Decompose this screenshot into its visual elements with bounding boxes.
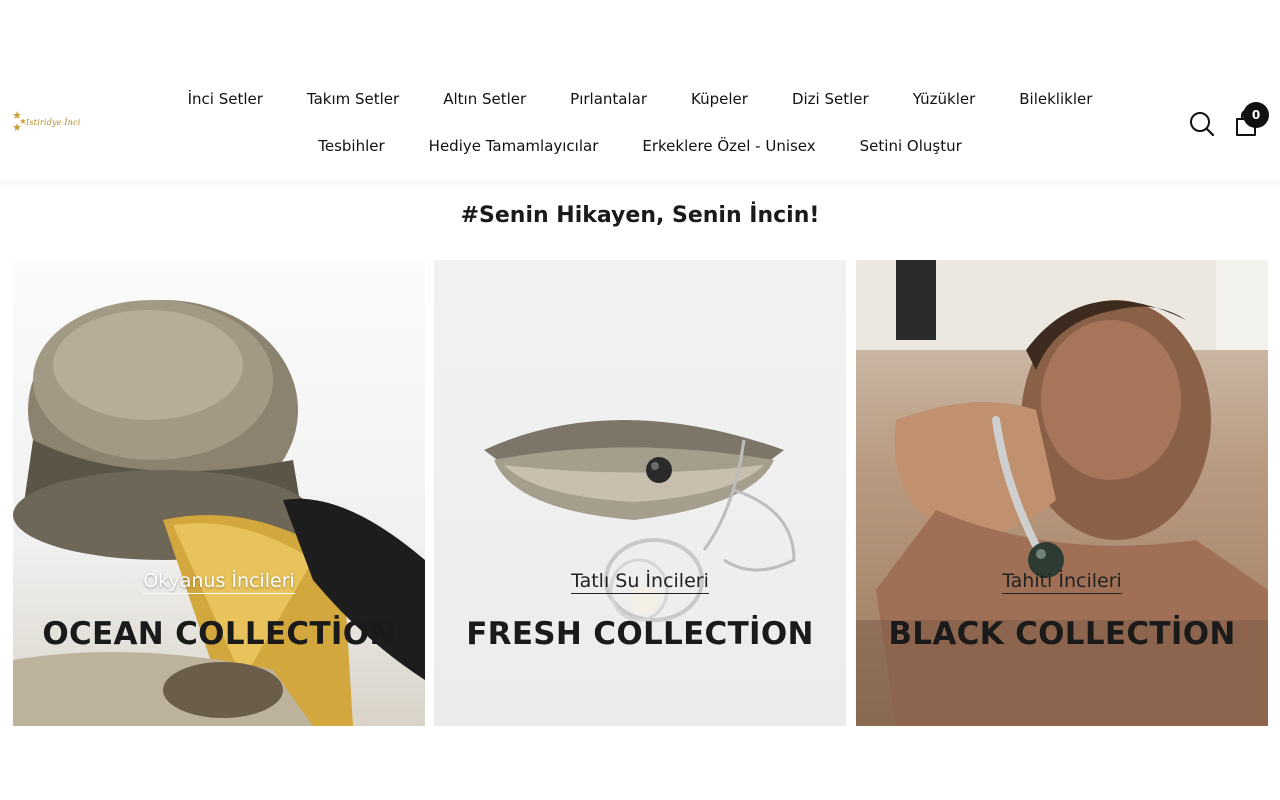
nav-item-pirlantalar[interactable]: Pırlantalar (570, 88, 647, 110)
nav-item-yuzukler[interactable]: Yüzükler (913, 88, 976, 110)
pearl-shell-image (484, 420, 796, 622)
card-title: FRESH COLLECTİON (434, 616, 846, 652)
card-title: BLACK COLLECTİON (856, 616, 1268, 652)
logo[interactable]: Istiridye İnci (12, 108, 84, 136)
nav-item-altin-setler[interactable]: Altın Setler (443, 88, 526, 110)
collection-card-fresh[interactable]: Tatlı Su İncileri FRESH COLLECTİON (434, 260, 846, 726)
nav-item-takim-setler[interactable]: Takım Setler (307, 88, 399, 110)
site-header: Istiridye İnci İnci Setler Takım Setler … (0, 0, 1280, 181)
nav-item-erkeklere-ozel[interactable]: Erkeklere Özel - Unisex (642, 135, 815, 157)
nav-item-inci-setler[interactable]: İnci Setler (188, 88, 263, 110)
nav-item-dizi-setler[interactable]: Dizi Setler (792, 88, 869, 110)
main-nav-row-1: İnci Setler Takım Setler Altın Setler Pı… (0, 88, 1280, 110)
search-icon (1190, 112, 1215, 137)
cart-count-badge: 0 (1243, 102, 1269, 128)
tahiti-pearl-image (856, 260, 1268, 726)
section-title: #Senin Hikayen, Senin İncin! (460, 203, 820, 228)
card-subtitle[interactable]: Tahiti İncileri (856, 570, 1268, 594)
search-button[interactable] (1188, 110, 1216, 138)
main-nav-row-2: Tesbihler Hediye Tamamlayıcılar Erkekler… (0, 135, 1280, 157)
card-subtitle[interactable]: Tatlı Su İncileri (434, 570, 846, 594)
oyster-image (13, 300, 425, 726)
nav-item-hediye-tamamlayicilar[interactable]: Hediye Tamamlayıcılar (429, 135, 599, 157)
collection-card-ocean[interactable]: Okyanus İncileri OCEAN COLLECTİON (13, 260, 425, 726)
nav-item-setini-olustur[interactable]: Setini Oluştur (860, 135, 962, 157)
collection-card-black[interactable]: Tahiti İncileri BLACK COLLECTİON (856, 260, 1268, 726)
star-icon (13, 111, 26, 131)
nav-item-bileklikler[interactable]: Bileklikler (1019, 88, 1092, 110)
card-title: OCEAN COLLECTİON (13, 616, 425, 652)
card-subtitle[interactable]: Okyanus İncileri (13, 570, 425, 594)
nav-item-tesbihler[interactable]: Tesbihler (318, 135, 384, 157)
logo-text: Istiridye İnci (26, 117, 81, 127)
nav-item-kupeler[interactable]: Küpeler (691, 88, 748, 110)
